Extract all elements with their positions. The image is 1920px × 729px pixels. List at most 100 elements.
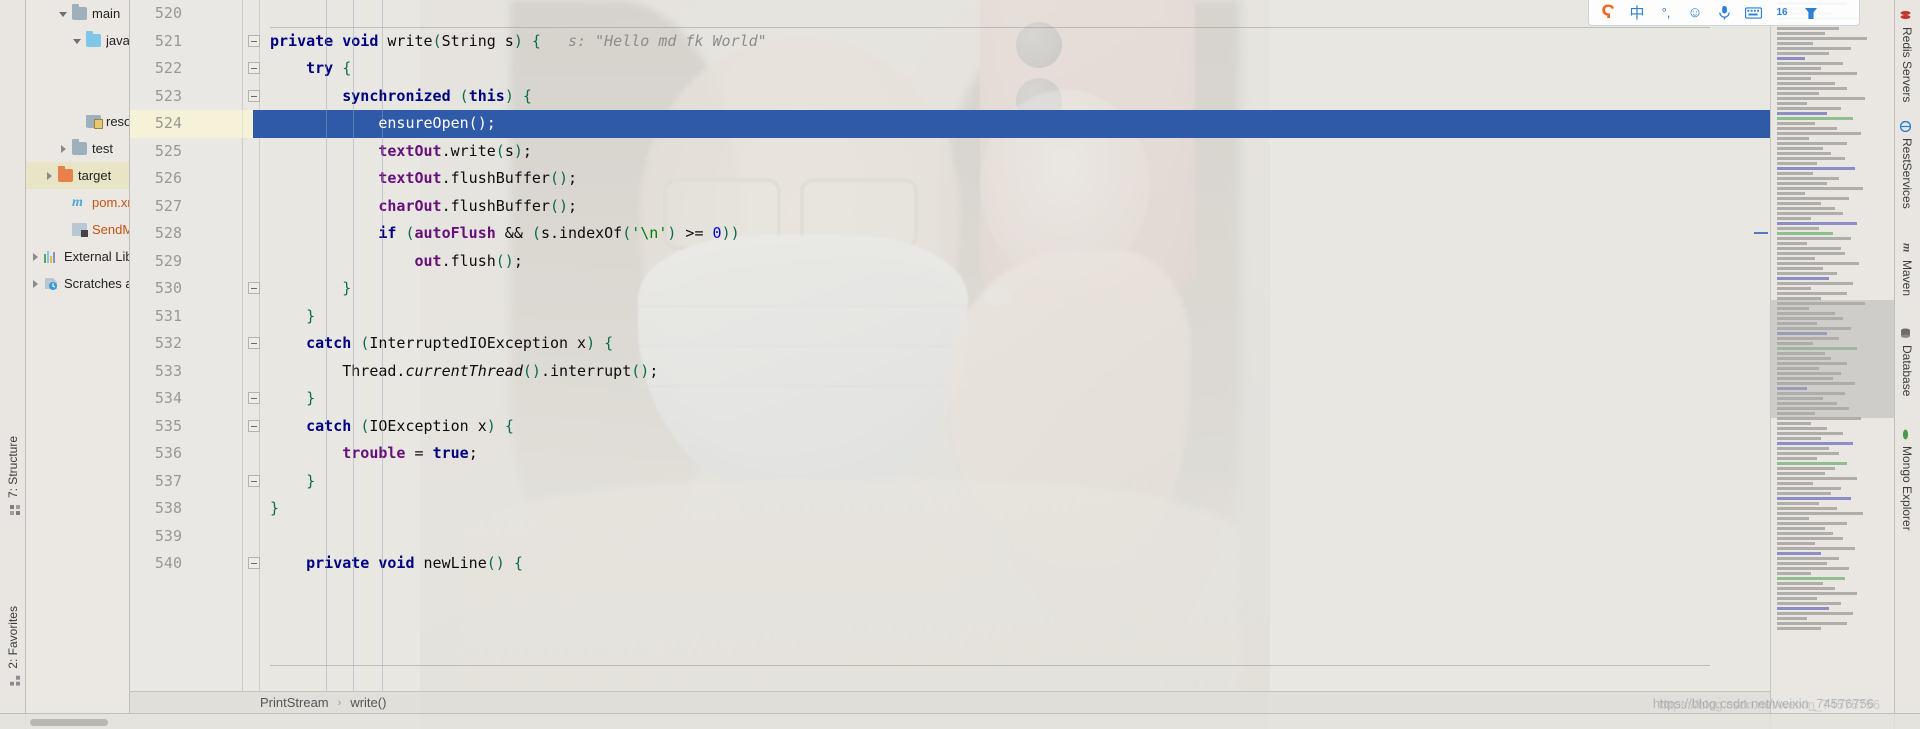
skin-icon[interactable] xyxy=(1801,3,1821,23)
chevron-down-icon[interactable] xyxy=(58,8,70,20)
code-line-529[interactable]: 529 out.flush(); xyxy=(130,248,1770,276)
horizontal-scrollbar[interactable] xyxy=(30,719,108,726)
chevron-right-icon[interactable] xyxy=(44,170,56,182)
fold-expand-icon[interactable] xyxy=(248,468,261,496)
minimap-line xyxy=(1777,472,1825,475)
tree-item-resources[interactable]: resources xyxy=(26,108,129,135)
code-minimap[interactable] xyxy=(1770,0,1894,729)
tree-item-sendmail-[interactable]: SendMail... xyxy=(26,216,129,243)
code-text: synchronized (this) { xyxy=(342,86,532,105)
tree-item-label: test xyxy=(92,141,113,156)
line-number: 520 xyxy=(154,4,182,22)
minimap-line xyxy=(1777,547,1855,550)
tool-window-maven[interactable]: m Maven xyxy=(1894,237,1920,302)
breadcrumb-class[interactable]: PrintStream xyxy=(260,695,329,710)
breadcrumb-method[interactable]: write() xyxy=(350,695,386,710)
minimap-line xyxy=(1777,477,1857,480)
code-line-524[interactable]: 524 ensureOpen(); xyxy=(130,110,1770,138)
code-line-538[interactable]: 538} xyxy=(130,495,1770,523)
minimap-line xyxy=(1777,192,1805,195)
project-tool-window[interactable]: main java resources test target m pom.xml SendM… xyxy=(26,0,130,713)
code-text: private void write(String s) { s: "Hello… xyxy=(270,31,767,50)
code-editor[interactable]: 520 521 private void write(String s) { s: … xyxy=(130,0,1770,691)
code-text: charOut.flushBuffer(); xyxy=(378,196,578,215)
fold-collapse-icon[interactable] xyxy=(248,550,261,578)
chevron-down-icon[interactable] xyxy=(72,35,84,47)
fold-collapse-icon[interactable] xyxy=(248,330,261,358)
tree-item-blank[interactable] xyxy=(26,54,129,81)
mongo-icon xyxy=(1902,429,1913,440)
tool-window-database[interactable]: Database xyxy=(1894,322,1920,402)
minimap-line xyxy=(1777,87,1847,90)
code-line-527[interactable]: 527 charOut.flushBuffer(); xyxy=(130,193,1770,221)
code-line-522[interactable]: 522 try { xyxy=(130,55,1770,83)
tree-item-pom-xml[interactable]: m pom.xml xyxy=(26,189,129,216)
chevron-right-icon[interactable] xyxy=(30,278,42,290)
tool-window-favorites[interactable]: 2: Favorites xyxy=(0,600,26,692)
chinese-mode-icon[interactable]: 中 xyxy=(1627,3,1647,23)
handwriting-icon[interactable]: 16 xyxy=(1772,3,1792,23)
code-line-537[interactable]: 537 } xyxy=(130,468,1770,496)
code-line-536[interactable]: 536 trouble = true; xyxy=(130,440,1770,468)
toolbox-icon[interactable] xyxy=(1830,3,1850,23)
minimap-viewport[interactable] xyxy=(1771,300,1894,418)
breadcrumb[interactable]: PrintStream › write() xyxy=(130,691,1770,713)
code-line-530[interactable]: 530 } xyxy=(130,275,1770,303)
code-line-526[interactable]: 526 textOut.flushBuffer(); xyxy=(130,165,1770,193)
chevron-right-icon[interactable] xyxy=(58,143,70,155)
tool-window-rest-services[interactable]: RestServices xyxy=(1894,115,1920,215)
minimap-line xyxy=(1777,152,1831,155)
minimap-line xyxy=(1777,72,1857,75)
code-line-535[interactable]: 535 catch (IOException x) { xyxy=(130,413,1770,441)
tree-item-scratches-and-consoles[interactable]: Scratches and Consoles xyxy=(26,270,129,297)
code-line-523[interactable]: 523 synchronized (this) { xyxy=(130,83,1770,111)
code-line-539[interactable]: 539 xyxy=(130,523,1770,551)
status-bar xyxy=(0,713,1920,729)
minimap-line xyxy=(1777,622,1847,625)
maven-m-icon: m xyxy=(72,195,83,210)
tree-item-blank[interactable] xyxy=(26,81,129,108)
tree-item-label: java xyxy=(106,33,129,48)
code-line-534[interactable]: 534 } xyxy=(130,385,1770,413)
minimap-line xyxy=(1777,292,1847,295)
sogou-logo-icon[interactable]: Ϛ xyxy=(1598,2,1618,23)
minimap-line xyxy=(1777,92,1819,95)
tree-item-java[interactable]: java xyxy=(26,27,129,54)
fold-collapse-icon[interactable] xyxy=(248,55,261,83)
code-text: textOut.write(s); xyxy=(378,141,532,160)
code-text: trouble = true; xyxy=(342,444,478,462)
punctuation-mode-icon[interactable]: °, xyxy=(1656,3,1676,23)
line-number: 537 xyxy=(154,471,182,490)
code-line-528[interactable]: 528 if (autoFlush && (s.indexOf('\n') >=… xyxy=(130,220,1770,248)
code-line-520[interactable]: 520 xyxy=(130,0,1770,28)
chevron-right-icon[interactable] xyxy=(30,251,42,263)
soft-keyboard-icon[interactable] xyxy=(1743,3,1763,23)
sogou-ime-toolbar[interactable]: Ϛ 中 °, ☺ 16 xyxy=(1588,0,1860,26)
fold-collapse-icon[interactable] xyxy=(248,28,261,56)
code-line-532[interactable]: 532 catch (InterruptedIOException x) { xyxy=(130,330,1770,358)
fold-expand-icon[interactable] xyxy=(248,275,261,303)
tool-window-mongo-explorer[interactable]: Mongo Explorer xyxy=(1894,423,1920,537)
minimap-line xyxy=(1777,437,1821,440)
tree-item-target[interactable]: target xyxy=(26,162,129,189)
code-line-525[interactable]: 525 textOut.write(s); xyxy=(130,138,1770,166)
tool-window-structure[interactable]: 7: Structure xyxy=(0,430,26,521)
voice-input-icon[interactable] xyxy=(1714,3,1734,23)
emoji-icon[interactable]: ☺ xyxy=(1685,3,1705,23)
minimap-line xyxy=(1777,497,1851,500)
fold-collapse-icon[interactable] xyxy=(248,413,261,441)
fold-expand-icon[interactable] xyxy=(248,385,261,413)
error-stripe-mark[interactable] xyxy=(1754,232,1768,234)
tree-item-external-libraries[interactable]: External Libraries xyxy=(26,243,129,270)
code-line-540[interactable]: 540 private void newLine() { xyxy=(130,550,1770,578)
code-line-533[interactable]: 533 Thread.currentThread().interrupt(); xyxy=(130,358,1770,386)
line-number: 523 xyxy=(154,86,182,105)
fold-collapse-icon[interactable] xyxy=(248,83,261,111)
code-line-531[interactable]: 531 } xyxy=(130,303,1770,331)
minimap-line xyxy=(1777,42,1813,45)
tree-item-main[interactable]: main xyxy=(26,0,129,27)
code-line-521[interactable]: 521 private void write(String s) { s: "He… xyxy=(130,28,1770,56)
tool-window-redis-servers[interactable]: Redis Servers xyxy=(1894,4,1920,108)
tree-item-test[interactable]: test xyxy=(26,135,129,162)
